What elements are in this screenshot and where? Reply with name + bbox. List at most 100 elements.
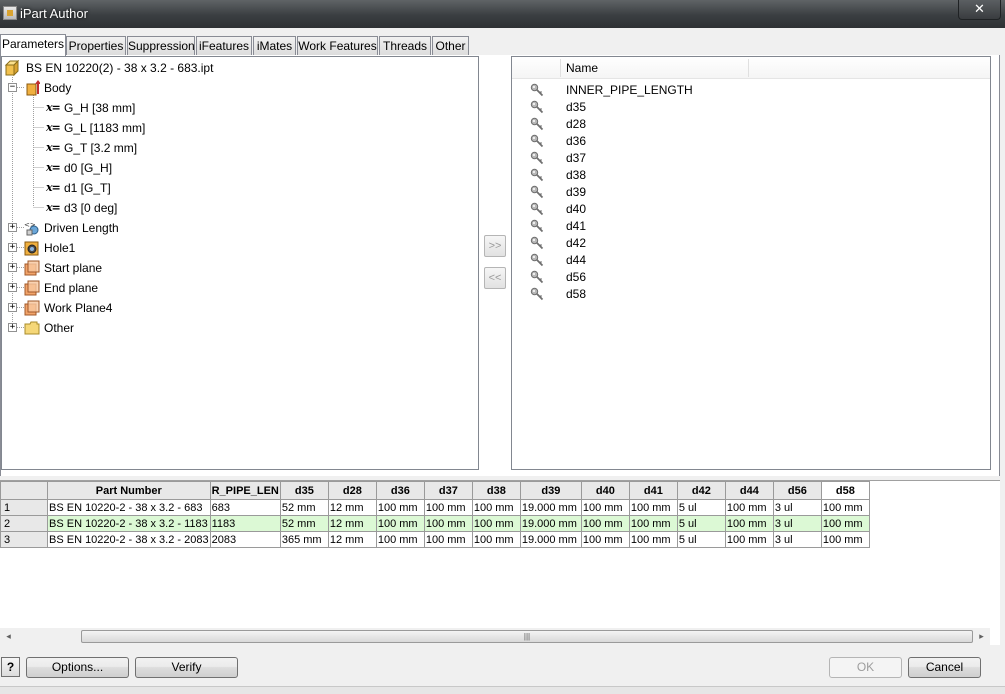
table-cell[interactable]: 19.000 mm: [519, 515, 582, 532]
table-cell[interactable]: 5 ul: [676, 499, 726, 516]
table-cell[interactable]: 100 mm: [580, 499, 630, 516]
ipart-table[interactable]: Part Number R_PIPE_LEN d35 d28 d36 d37 d38 d39 d…: [0, 481, 870, 548]
table-cell[interactable]: 100 mm: [820, 531, 870, 548]
table-cell[interactable]: 100 mm: [820, 499, 870, 516]
table-cell[interactable]: 19.000 mm: [519, 499, 582, 516]
table-cell[interactable]: 100 mm: [628, 515, 678, 532]
table-cell[interactable]: 100 mm: [375, 515, 425, 532]
work-plane4-expand-toggle[interactable]: +: [8, 303, 17, 312]
table-cell[interactable]: BS EN 10220-2 - 38 x 3.2 - 1183: [47, 515, 211, 532]
name-list-item[interactable]: d56: [512, 269, 990, 286]
end-plane-expand-toggle[interactable]: +: [8, 283, 17, 292]
table-column-header[interactable]: d35: [279, 481, 329, 500]
table-row[interactable]: 2 BS EN 10220-2 - 38 x 3.2 - 1183 1183 52 m…: [0, 515, 870, 532]
start-plane-expand-toggle[interactable]: +: [8, 263, 17, 272]
table-cell[interactable]: 100 mm: [724, 515, 774, 532]
table-cell[interactable]: 5 ul: [676, 515, 726, 532]
table-column-header[interactable]: Part Number: [47, 481, 211, 500]
table-cell[interactable]: 100 mm: [423, 515, 473, 532]
table-cell[interactable]: 100 mm: [471, 531, 521, 548]
table-cell[interactable]: 100 mm: [580, 515, 630, 532]
name-list-item[interactable]: d36: [512, 133, 990, 150]
tab-suppression[interactable]: Suppression: [127, 36, 195, 55]
hole1-expand-toggle[interactable]: +: [8, 243, 17, 252]
table-cell[interactable]: BS EN 10220-2 - 38 x 3.2 - 683: [47, 499, 211, 516]
table-cell[interactable]: 100 mm: [820, 515, 870, 532]
ok-button[interactable]: OK: [829, 657, 902, 678]
row-number-cell[interactable]: 2: [0, 515, 48, 532]
table-column-header[interactable]: d38: [471, 481, 521, 500]
remove-from-table-button[interactable]: <<: [484, 267, 506, 289]
selected-names-list[interactable]: Name INNER_PIPE_LENGTH d35 d28 d36 d37 d38 d39…: [511, 56, 991, 470]
table-cell[interactable]: 52 mm: [279, 499, 329, 516]
table-cell[interactable]: 12 mm: [327, 499, 377, 516]
name-list-item[interactable]: d39: [512, 184, 990, 201]
table-column-header[interactable]: d36: [375, 481, 425, 500]
table-cell[interactable]: 100 mm: [423, 531, 473, 548]
table-cell[interactable]: 683: [209, 499, 281, 516]
name-list-item[interactable]: INNER_PIPE_LENGTH: [512, 82, 990, 99]
scroll-right-arrow-icon[interactable]: ▸: [973, 628, 990, 645]
body-collapse-toggle[interactable]: −: [8, 83, 17, 92]
tab-work-features[interactable]: Work Features: [297, 36, 378, 55]
table-column-header[interactable]: d39: [519, 481, 582, 500]
add-to-table-button[interactable]: >>: [484, 235, 506, 257]
table-cell[interactable]: 2083: [209, 531, 281, 548]
tab-threads[interactable]: Threads: [379, 36, 431, 55]
table-cell[interactable]: 1183: [209, 515, 281, 532]
tab-properties[interactable]: Properties: [66, 36, 126, 55]
table-column-header[interactable]: R_PIPE_LEN: [209, 481, 281, 500]
tab-parameters[interactable]: Parameters: [0, 34, 66, 56]
table-column-header[interactable]: d42: [676, 481, 726, 500]
table-cell[interactable]: 19.000 mm: [519, 531, 582, 548]
table-cell[interactable]: 3 ul: [772, 499, 822, 516]
table-cell[interactable]: 3 ul: [772, 531, 822, 548]
table-column-header[interactable]: d41: [628, 481, 678, 500]
cancel-button[interactable]: Cancel: [908, 657, 981, 678]
table-cell[interactable]: 12 mm: [327, 531, 377, 548]
table-cell[interactable]: 5 ul: [676, 531, 726, 548]
table-cell[interactable]: 100 mm: [375, 531, 425, 548]
table-cell[interactable]: 100 mm: [471, 515, 521, 532]
name-list-item[interactable]: d44: [512, 252, 990, 269]
table-column-header[interactable]: d56: [772, 481, 822, 500]
table-row[interactable]: 1 BS EN 10220-2 - 38 x 3.2 - 683 683 52 mm 1…: [0, 499, 870, 516]
table-cell[interactable]: 12 mm: [327, 515, 377, 532]
table-row[interactable]: 3 BS EN 10220-2 - 38 x 3.2 - 2083 2083 365 …: [0, 531, 870, 548]
verify-button[interactable]: Verify: [135, 657, 238, 678]
options-button[interactable]: Options...: [26, 657, 129, 678]
table-cell[interactable]: 100 mm: [580, 531, 630, 548]
table-cell[interactable]: 100 mm: [423, 499, 473, 516]
table-cell[interactable]: 100 mm: [724, 531, 774, 548]
name-list-item[interactable]: d40: [512, 201, 990, 218]
table-cell[interactable]: 3 ul: [772, 515, 822, 532]
scroll-left-arrow-icon[interactable]: ◂: [0, 628, 17, 645]
table-cell[interactable]: 100 mm: [375, 499, 425, 516]
horizontal-scrollbar[interactable]: ◂ ||| ▸: [0, 628, 990, 645]
name-list-item[interactable]: d38: [512, 167, 990, 184]
row-number-cell[interactable]: 3: [0, 531, 48, 548]
table-column-header[interactable]: d58: [820, 481, 870, 500]
parameter-tree[interactable]: BS EN 10220(2) - 38 x 3.2 - 683.ipt − Bo…: [1, 56, 479, 470]
other-expand-toggle[interactable]: +: [8, 323, 17, 332]
table-column-header[interactable]: d28: [327, 481, 377, 500]
table-column-header[interactable]: d44: [724, 481, 774, 500]
name-list-item[interactable]: d35: [512, 99, 990, 116]
table-cell[interactable]: 100 mm: [724, 499, 774, 516]
close-button[interactable]: ✕: [958, 0, 1001, 20]
tab-ifeatures[interactable]: iFeatures: [196, 36, 252, 55]
name-list-item[interactable]: d58: [512, 286, 990, 303]
driven-length-expand-toggle[interactable]: +: [8, 223, 17, 232]
name-list-item[interactable]: d41: [512, 218, 990, 235]
table-cell[interactable]: 52 mm: [279, 515, 329, 532]
table-column-header[interactable]: d37: [423, 481, 473, 500]
table-cell[interactable]: 100 mm: [471, 499, 521, 516]
table-cell[interactable]: 100 mm: [628, 499, 678, 516]
table-column-header[interactable]: d40: [580, 481, 630, 500]
table-cell[interactable]: 365 mm: [279, 531, 329, 548]
row-number-cell[interactable]: 1: [0, 499, 48, 516]
tab-imates[interactable]: iMates: [253, 36, 296, 55]
name-list-item[interactable]: d28: [512, 116, 990, 133]
help-button[interactable]: ?: [1, 657, 20, 677]
table-cell[interactable]: 100 mm: [628, 531, 678, 548]
